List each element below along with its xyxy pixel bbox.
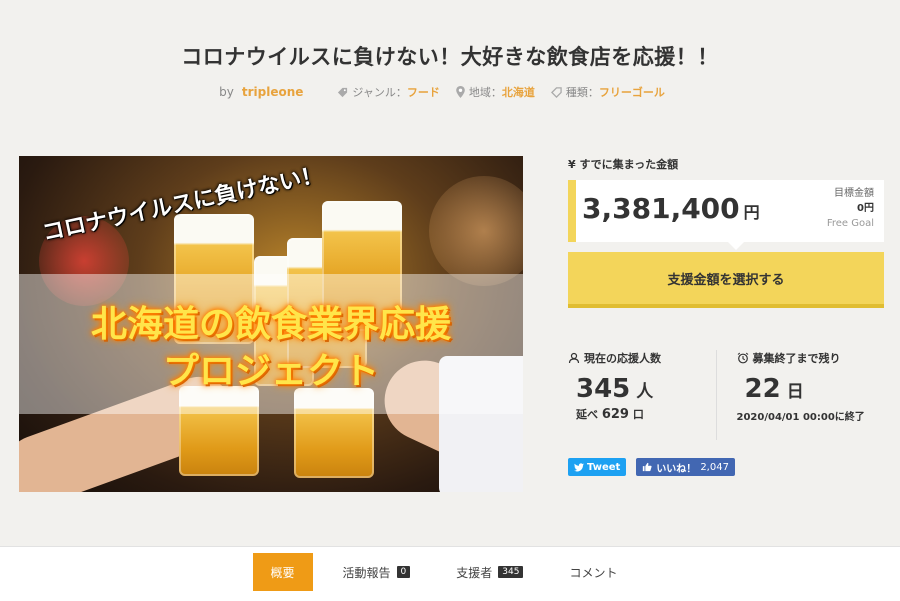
tab-activity-reports[interactable]: 活動報告 0 [327,553,427,591]
stats-row: 現在の応援人数 345 人 延べ 629 口 募集終了まで残り 22 日 2020/… [568,350,884,440]
region-label: 地域： [468,86,502,99]
type-meta: 種類： フリーゴール [550,84,665,100]
region-meta: 地域： 北海道 [456,84,535,100]
type-label: 種類： [565,86,599,99]
amount-unit: 円 [743,203,760,222]
type-link[interactable]: フリーゴール [599,84,665,100]
total-unit: 口 [632,408,644,421]
goal-label: 目標金額 [834,188,874,199]
tweet-button[interactable]: Tweet [568,458,627,476]
supporters-value: 345 [576,374,631,404]
collected-amount: 3,381,400 円 [582,192,760,225]
remaining-days: 22 日 [737,374,885,404]
remaining-label: 募集終了まで残り [752,352,841,365]
project-hero-image: コロナウイルスに負けない！ 北海道の飲食業界応援 プロジェクト [19,156,523,492]
tab-count-badge: 345 [498,566,524,578]
owner-link[interactable]: tripleone [242,85,304,99]
collected-label: ¥ すでに集まった金額 [568,158,679,171]
supporters-stat: 現在の応援人数 345 人 延べ 629 口 [568,350,716,440]
tag-icon [550,86,562,98]
select-support-amount-button[interactable]: 支援金額を選択する [568,252,884,308]
tab-label: 概要 [270,565,295,580]
amount-value: 3,381,400 [582,192,740,225]
tag-icon [337,87,348,98]
supporters-unit: 人 [636,382,654,402]
thumbs-up-icon [643,462,652,472]
tab-label: 支援者 [456,565,493,580]
tweet-label: Tweet [587,461,621,473]
remaining-value: 22 [744,374,781,404]
map-pin-icon [456,86,465,98]
hero-caption-line2: プロジェクト [162,351,379,392]
people-icon [568,352,580,364]
remaining-stat: 募集終了まで残り 22 日 2020/04/01 00:00に終了 [715,350,885,440]
alarm-clock-icon [737,352,749,364]
hero-caption-line1: 北海道の飲食業界応援 [90,304,451,345]
background-light [429,176,523,286]
amount-box-notch [728,242,744,250]
facebook-like-button[interactable]: いいね！ 2,047 [636,458,735,476]
remaining-label-row: 募集終了まで残り [737,350,885,366]
twitter-bird-icon [574,462,584,471]
genre-meta: ジャンル： フード [337,84,440,100]
supporters-label: 現在の応援人数 [584,352,661,365]
genre-link[interactable]: フード [407,84,440,100]
social-buttons: Tweet いいね！ 2,047 [568,458,735,476]
funding-panel: ¥ すでに集まった金額 3,381,400 円 目標金額 0円 Free Goal… [568,150,884,440]
tab-comments[interactable]: コメント [553,553,633,591]
tab-bar: 概要 活動報告 0 支援者 345 コメント [0,546,900,601]
supporters-label-row: 現在の応援人数 [568,350,716,366]
end-date: 2020/04/01 00:00に終了 [736,412,865,423]
total-units: 延べ 629 口 [568,406,716,422]
region-link[interactable]: 北海道 [502,84,535,100]
goal-type: Free Goal [826,218,874,229]
total-value: 629 [601,407,629,422]
project-meta: by tripleone ジャンル： フード 地域： 北海道 種類： フリーゴー… [0,84,900,100]
tab-label: 活動報告 [342,565,391,580]
by-label: by [219,85,234,99]
like-count: 2,047 [700,461,729,473]
tab-count-badge: 0 [396,566,411,578]
project-title: コロナウイルスに負けない！大好きな飲食店を応援！！ [181,45,719,69]
tab-supporters[interactable]: 支援者 345 [440,553,539,591]
supporters-count: 345 人 [568,374,716,404]
goal-info: 目標金額 0円 Free Goal [827,186,874,231]
tab-label: コメント [569,565,618,580]
amount-box: 3,381,400 円 目標金額 0円 Free Goal [568,180,884,250]
total-label: 延べ [576,408,598,421]
like-label: いいね！ [656,463,697,475]
tab-overview[interactable]: 概要 [252,553,313,591]
remaining-unit: 日 [786,382,804,402]
goal-value: 0円 [857,203,874,214]
genre-label: ジャンル： [352,86,407,99]
